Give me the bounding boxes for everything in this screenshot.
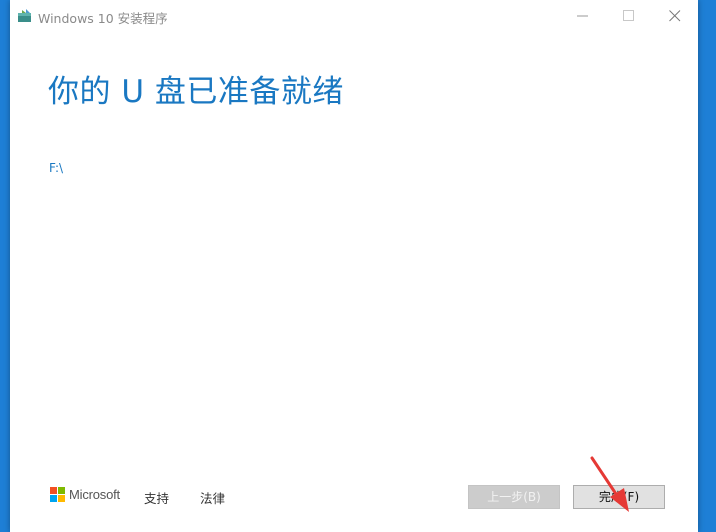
footer: Microsoft 支持 法律 上一步(B) 完成(F) (10, 482, 698, 532)
title-bar[interactable]: Windows 10 安装程序 (10, 0, 698, 32)
drive-label: F:\ (49, 161, 64, 175)
page-title: 你的 U 盘已准备就绪 (48, 74, 344, 110)
microsoft-logo: Microsoft (50, 487, 120, 502)
minimize-button[interactable] (560, 0, 606, 31)
close-icon (669, 10, 681, 22)
minimize-icon (577, 15, 588, 17)
legal-link[interactable]: 法律 (200, 488, 225, 507)
setup-window: Windows 10 安装程序 你的 U 盘已准备就绪 F:\ Microsof… (10, 0, 698, 532)
setup-app-icon (17, 8, 33, 22)
window-title: Windows 10 安装程序 (38, 11, 168, 26)
finish-button[interactable]: 完成(F) (573, 485, 665, 509)
back-button[interactable]: 上一步(B) (468, 485, 560, 509)
maximize-icon (623, 10, 634, 21)
microsoft-brand-text: Microsoft (69, 487, 120, 502)
support-link[interactable]: 支持 (144, 488, 169, 507)
maximize-button[interactable] (606, 0, 652, 31)
close-button[interactable] (652, 0, 698, 31)
microsoft-logo-icon (50, 487, 65, 502)
